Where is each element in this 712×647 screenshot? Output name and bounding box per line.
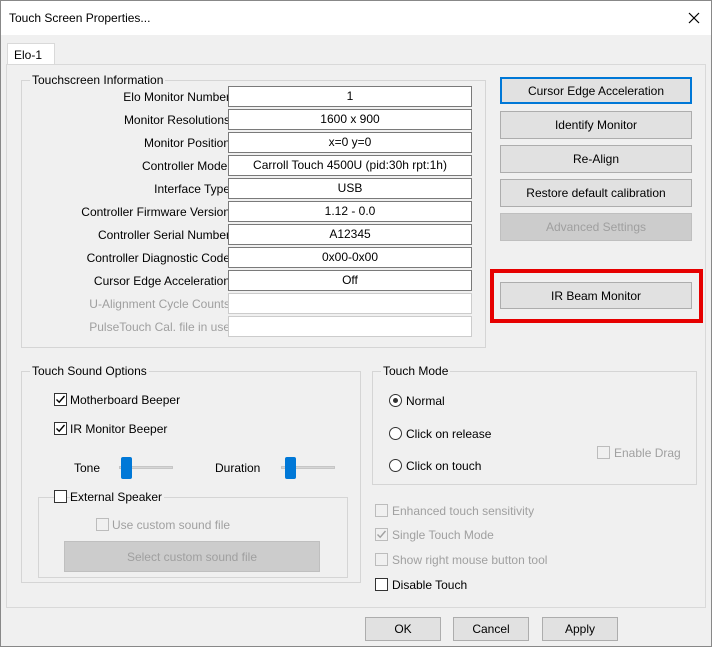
info-label: Controller Firmware Version [81, 205, 230, 219]
checkmark-icon [377, 530, 387, 539]
ir-beam-monitor-button[interactable]: IR Beam Monitor [500, 282, 692, 309]
tab-elo-1-label: Elo-1 [14, 48, 43, 62]
info-label: Controller Model [141, 159, 230, 173]
close-button[interactable] [681, 5, 707, 31]
info-value-field: 0x00-0x00 [228, 247, 472, 268]
tone-slider-thumb[interactable] [121, 457, 132, 479]
single-touch-label: Single Touch Mode [392, 528, 494, 542]
ok-label: OK [394, 622, 412, 636]
touch-sound-options-group-label: Touch Sound Options [30, 364, 149, 378]
enable-drag-label: Enable Drag [614, 446, 681, 460]
radio-click-on-touch-label[interactable]: Click on touch [406, 459, 481, 473]
info-label: PulseTouch Cal. file in use [89, 320, 230, 334]
title-bar: Touch Screen Properties... [1, 1, 711, 35]
cursor-edge-acceleration-label: Cursor Edge Acceleration [527, 83, 665, 98]
info-value-field: USB [228, 178, 472, 199]
radio-click-on-release[interactable] [389, 427, 402, 440]
info-label: Elo Monitor Number [123, 90, 230, 104]
cancel-label: Cancel [472, 622, 510, 636]
external-speaker-label[interactable]: External Speaker [70, 490, 165, 504]
info-label: U-Alignment Cycle Counts [89, 297, 230, 311]
restore-default-calibration-button[interactable]: Restore default calibration [500, 179, 692, 207]
info-label: Interface Type [154, 182, 230, 196]
advanced-settings-label: Advanced Settings [545, 220, 647, 234]
radio-click-on-release-label[interactable]: Click on release [406, 427, 491, 441]
info-value-field: Off [228, 270, 472, 291]
tab-strip: Elo-1 [1, 35, 711, 67]
motherboard-beeper-label[interactable]: Motherboard Beeper [70, 393, 180, 407]
enable-drag-checkbox [597, 446, 610, 459]
right-mouse-tool-checkbox [375, 553, 388, 566]
use-custom-sound-label: Use custom sound file [112, 518, 231, 532]
disable-touch-checkbox[interactable] [375, 578, 388, 591]
info-value-field: A12345 [228, 224, 472, 245]
info-value-field [228, 293, 472, 314]
info-value-field: 1.12 - 0.0 [228, 201, 472, 222]
radio-click-on-touch[interactable] [389, 459, 402, 472]
apply-button[interactable]: Apply [542, 617, 618, 641]
apply-label: Apply [564, 622, 596, 636]
checkmark-icon [56, 395, 66, 404]
ir-beam-monitor-label: IR Beam Monitor [550, 288, 642, 303]
disable-touch-label[interactable]: Disable Touch [392, 578, 467, 592]
info-value-field: x=0 y=0 [228, 132, 472, 153]
tone-label: Tone [74, 461, 101, 475]
enhanced-touch-checkbox [375, 504, 388, 517]
external-speaker-checkbox[interactable] [54, 490, 67, 503]
radio-normal[interactable] [389, 394, 402, 407]
enhanced-touch-label: Enhanced touch sensitivity [392, 504, 535, 518]
cursor-edge-acceleration-button[interactable]: Cursor Edge Acceleration [500, 77, 692, 104]
ok-button[interactable]: OK [365, 617, 441, 641]
re-align-button[interactable]: Re-Align [500, 145, 692, 173]
touchscreen-info-group-label: Touchscreen Information [30, 73, 166, 87]
ir-monitor-beeper-checkbox[interactable] [54, 422, 67, 435]
select-custom-sound-label: Select custom sound file [126, 549, 258, 564]
duration-label: Duration [215, 461, 261, 475]
identify-monitor-label: Identify Monitor [554, 118, 638, 132]
info-value-field: 1600 x 900 [228, 109, 472, 130]
touch-screen-properties-window: Touch Screen Properties... Elo-1 Touchsc… [0, 0, 712, 647]
advanced-settings-button: Advanced Settings [500, 213, 692, 241]
checkmark-icon [56, 424, 66, 433]
identify-monitor-button[interactable]: Identify Monitor [500, 111, 692, 139]
info-label: Controller Diagnostic Code [86, 251, 230, 265]
info-label: Controller Serial Number [97, 228, 230, 242]
info-value-field [228, 316, 472, 337]
use-custom-sound-checkbox [96, 518, 109, 531]
ir-monitor-beeper-label[interactable]: IR Monitor Beeper [70, 422, 167, 436]
cancel-button[interactable]: Cancel [453, 617, 529, 641]
close-icon [688, 12, 700, 24]
select-custom-sound-button: Select custom sound file [64, 541, 320, 572]
single-touch-checkbox [375, 528, 388, 541]
touch-mode-group-label: Touch Mode [381, 364, 451, 378]
info-value-field: 1 [228, 86, 472, 107]
info-label: Monitor Position [143, 136, 230, 150]
motherboard-beeper-checkbox[interactable] [54, 393, 67, 406]
info-label: Monitor Resolutions [123, 113, 230, 127]
re-align-label: Re-Align [572, 152, 620, 166]
info-value-field: Carroll Touch 4500U (pid:30h rpt:1h) [228, 155, 472, 176]
restore-default-calibration-label: Restore default calibration [526, 186, 666, 200]
right-mouse-tool-label: Show right mouse button tool [392, 553, 548, 567]
duration-slider-thumb[interactable] [285, 457, 296, 479]
window-title: Touch Screen Properties... [9, 11, 151, 25]
info-label: Cursor Edge Acceleration [93, 274, 230, 288]
radio-normal-label[interactable]: Normal [406, 394, 445, 408]
